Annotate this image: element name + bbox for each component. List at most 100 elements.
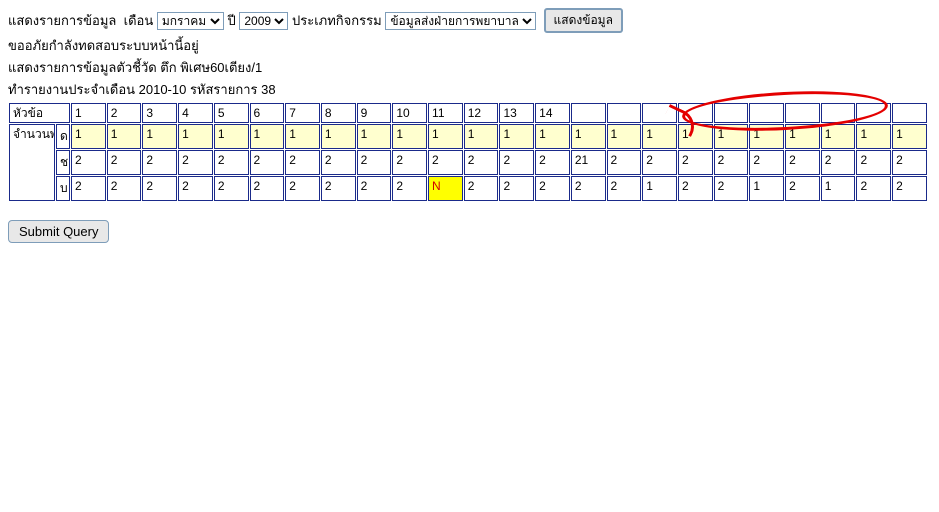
- cell[interactable]: 2: [71, 176, 106, 201]
- cell[interactable]: 2: [107, 150, 142, 175]
- cell[interactable]: 1: [785, 124, 820, 149]
- cell[interactable]: 2: [107, 176, 142, 201]
- cell[interactable]: 2: [464, 150, 499, 175]
- cell[interactable]: 1: [178, 124, 213, 149]
- cell[interactable]: 1: [464, 124, 499, 149]
- col-header-3: 3: [142, 103, 177, 123]
- col-header-21: [785, 103, 820, 123]
- cell[interactable]: 2: [285, 176, 320, 201]
- cell[interactable]: 1: [749, 176, 784, 201]
- cell[interactable]: 2: [428, 150, 463, 175]
- cell[interactable]: 2: [321, 150, 356, 175]
- cell[interactable]: 2: [392, 150, 427, 175]
- cell[interactable]: 2: [357, 150, 392, 175]
- cell[interactable]: 1: [821, 176, 856, 201]
- filter-bar: แสดงรายการข้อมูล เดือน มกราคม ปี 2009 ปร…: [8, 8, 931, 33]
- cell[interactable]: 1: [821, 124, 856, 149]
- cell[interactable]: 2: [678, 176, 713, 201]
- cell[interactable]: 2: [892, 150, 927, 175]
- cell[interactable]: 1: [714, 124, 749, 149]
- cell[interactable]: 2: [607, 150, 642, 175]
- cell[interactable]: 1: [642, 124, 677, 149]
- cell[interactable]: 1: [499, 124, 534, 149]
- cell[interactable]: 2: [142, 150, 177, 175]
- cell[interactable]: 2: [856, 150, 891, 175]
- cell[interactable]: 1: [856, 124, 891, 149]
- col-header-10: 10: [392, 103, 427, 123]
- info-line-2: แสดงรายการข้อมูลตัวชี้วัด ตึก พิเศษ60เตี…: [8, 57, 931, 78]
- col-header-17: [642, 103, 677, 123]
- show-data-button[interactable]: แสดงข้อมูล: [544, 8, 623, 33]
- cell[interactable]: 2: [856, 176, 891, 201]
- col-header-20: [749, 103, 784, 123]
- col-header-7: 7: [285, 103, 320, 123]
- cell[interactable]: N: [428, 176, 463, 201]
- row-sub-บ: บ: [56, 176, 70, 201]
- cell[interactable]: 1: [285, 124, 320, 149]
- cell[interactable]: 2: [392, 176, 427, 201]
- col-header-16: [607, 103, 642, 123]
- cell[interactable]: 2: [892, 176, 927, 201]
- col-header-8: 8: [321, 103, 356, 123]
- cell[interactable]: 2: [250, 176, 285, 201]
- cell[interactable]: 2: [607, 176, 642, 201]
- cell[interactable]: 1: [107, 124, 142, 149]
- cell[interactable]: 2: [499, 150, 534, 175]
- cell[interactable]: 1: [607, 124, 642, 149]
- cell[interactable]: 1: [142, 124, 177, 149]
- year-select[interactable]: 2009: [239, 12, 288, 30]
- label-year: ปี: [227, 13, 235, 28]
- cell[interactable]: 2: [535, 176, 570, 201]
- info-line-3: ทำรายงานประจำเดือน 2010-10 รหัสรายการ 38: [8, 79, 931, 100]
- cell[interactable]: 2: [142, 176, 177, 201]
- cell[interactable]: 2: [642, 150, 677, 175]
- submit-query-button[interactable]: Submit Query: [8, 220, 109, 243]
- col-header-1: 1: [71, 103, 106, 123]
- cell[interactable]: 2: [250, 150, 285, 175]
- col-header-4: 4: [178, 103, 213, 123]
- cell[interactable]: 2: [535, 150, 570, 175]
- cell[interactable]: 2: [178, 150, 213, 175]
- cell[interactable]: 1: [892, 124, 927, 149]
- col-header-5: 5: [214, 103, 249, 123]
- cell[interactable]: 1: [321, 124, 356, 149]
- col-header-6: 6: [250, 103, 285, 123]
- month-select[interactable]: มกราคม: [157, 12, 224, 30]
- cell[interactable]: 1: [214, 124, 249, 149]
- cell[interactable]: 2: [214, 176, 249, 201]
- cell[interactable]: 1: [749, 124, 784, 149]
- cell[interactable]: 2: [214, 150, 249, 175]
- cell[interactable]: 1: [678, 124, 713, 149]
- cell[interactable]: 2: [71, 150, 106, 175]
- cell[interactable]: 2: [714, 150, 749, 175]
- cell[interactable]: 1: [428, 124, 463, 149]
- cell[interactable]: 2: [571, 176, 606, 201]
- cell[interactable]: 2: [821, 150, 856, 175]
- cell[interactable]: 1: [571, 124, 606, 149]
- row-sub-ด: ด: [56, 124, 70, 149]
- col-header-12: 12: [464, 103, 499, 123]
- cell[interactable]: 2: [749, 150, 784, 175]
- cell[interactable]: 1: [642, 176, 677, 201]
- cell[interactable]: 2: [714, 176, 749, 201]
- cell[interactable]: 2: [785, 176, 820, 201]
- label-activity: ประเภทกิจกรรม: [292, 13, 382, 28]
- cell[interactable]: 2: [178, 176, 213, 201]
- cell[interactable]: 1: [250, 124, 285, 149]
- cell[interactable]: 2: [785, 150, 820, 175]
- cell[interactable]: 2: [321, 176, 356, 201]
- cell[interactable]: 1: [392, 124, 427, 149]
- col-header-22: [821, 103, 856, 123]
- cell[interactable]: 2: [285, 150, 320, 175]
- topic-header: หัวข้อ: [9, 103, 70, 123]
- col-header-14: 14: [535, 103, 570, 123]
- cell[interactable]: 1: [357, 124, 392, 149]
- cell[interactable]: 2: [464, 176, 499, 201]
- cell[interactable]: 1: [535, 124, 570, 149]
- cell[interactable]: 2: [678, 150, 713, 175]
- cell[interactable]: 1: [71, 124, 106, 149]
- activity-select[interactable]: ข้อมูลส่งฝ่ายการพยาบาล: [385, 12, 536, 30]
- cell[interactable]: 2: [499, 176, 534, 201]
- cell[interactable]: 21: [571, 150, 606, 175]
- cell[interactable]: 2: [357, 176, 392, 201]
